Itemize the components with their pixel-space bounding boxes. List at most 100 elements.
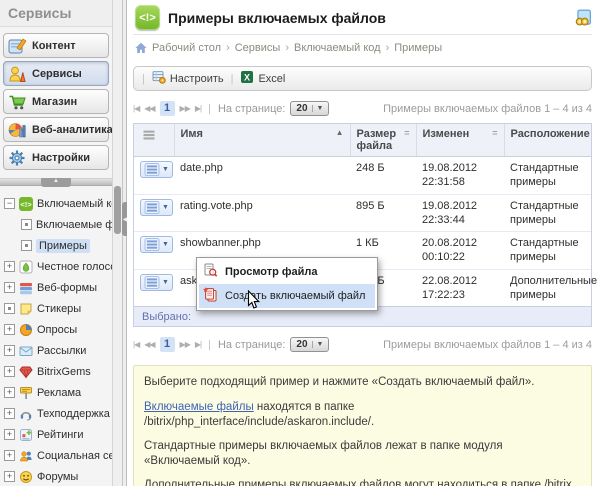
plus-box-icon[interactable]: +: [4, 387, 15, 398]
per-page-value: 20: [296, 339, 307, 350]
plus-box-icon[interactable]: +: [4, 324, 15, 335]
next-page-icon[interactable]: ▶▶: [180, 104, 190, 113]
tree-item[interactable]: + BitrixGems: [4, 361, 112, 382]
plus-box-icon[interactable]: +: [4, 282, 15, 293]
row-menu-button[interactable]: ▼: [140, 274, 173, 291]
tree-item-label[interactable]: Веб-формы: [37, 282, 97, 294]
tree-item-label[interactable]: Социальная сеть: [37, 450, 112, 462]
leaf-icon[interactable]: [21, 240, 32, 251]
tree-item-label[interactable]: Рейтинги: [37, 429, 84, 441]
row-menu-button[interactable]: ▼: [140, 236, 173, 253]
toolbar-separator: |: [142, 73, 145, 85]
collapse-up-icon[interactable]: ▲: [41, 178, 71, 187]
tree-item-label[interactable]: BitrixGems: [37, 366, 91, 378]
breadcrumb-item[interactable]: Включаемый код: [294, 42, 381, 54]
per-page-value: 20: [296, 103, 307, 114]
row-menu-button[interactable]: ▼: [140, 199, 173, 216]
tree-item[interactable]: + Опросы: [4, 319, 112, 340]
tree-item[interactable]: −<!>Включаемый код: [4, 193, 112, 214]
first-page-icon[interactable]: |◀: [133, 340, 139, 349]
grid-menu-icon[interactable]: [140, 128, 158, 145]
sidebar-button-settings[interactable]: Настройки: [3, 145, 109, 170]
cell-location: Стандартные примеры: [504, 194, 591, 232]
tree-item-label[interactable]: Опросы: [37, 324, 77, 336]
leaf-icon[interactable]: [21, 219, 32, 230]
column-header[interactable]: Размер файла=: [350, 124, 416, 157]
last-page-icon[interactable]: ▶|: [195, 104, 201, 113]
tree-item[interactable]: + Реклама: [4, 382, 112, 403]
column-header[interactable]: Имя▲: [174, 124, 350, 157]
tree-item[interactable]: + Честное голосование: [4, 256, 112, 277]
sidebar-horizontal-splitter[interactable]: ▲: [0, 178, 112, 186]
first-page-icon[interactable]: |◀: [133, 104, 139, 113]
prev-page-icon[interactable]: ◀◀: [144, 340, 154, 349]
tree-item[interactable]: Примеры: [4, 235, 112, 256]
plus-box-icon[interactable]: +: [4, 471, 15, 482]
chevron-down-icon: ▼: [312, 105, 324, 112]
tree-item[interactable]: + Социальная сеть: [4, 445, 112, 466]
current-page[interactable]: 1: [160, 101, 175, 116]
configure-button[interactable]: Настроить: [152, 70, 224, 87]
info-link[interactable]: Включаемые файлы: [144, 401, 254, 413]
column-header[interactable]: Расположение: [504, 124, 591, 157]
context-menu: Просмотр файлаСоздать включаемый файл: [196, 257, 378, 311]
sidebar-scrollbar[interactable]: [112, 0, 122, 486]
link-icon[interactable]: [574, 9, 592, 27]
breadcrumb-item[interactable]: Примеры: [394, 42, 442, 54]
next-page-icon[interactable]: ▶▶: [180, 340, 190, 349]
last-page-icon[interactable]: ▶|: [195, 340, 201, 349]
breadcrumb-item[interactable]: Рабочий стол: [152, 42, 221, 54]
table-row[interactable]: ▼date.php248 Б19.08.201222:31:58Стандарт…: [134, 157, 591, 195]
prev-page-icon[interactable]: ◀◀: [144, 104, 154, 113]
tree-item-label[interactable]: Включаемые файлы: [36, 219, 112, 231]
cell-size: 895 Б: [350, 194, 416, 232]
tree-item-label[interactable]: Форумы: [37, 471, 78, 483]
column-header[interactable]: Изменен=: [416, 124, 504, 157]
sort-asc-icon: ▲: [336, 128, 344, 137]
current-page[interactable]: 1: [160, 337, 175, 352]
minus-box-icon[interactable]: −: [4, 198, 15, 209]
sidebar-button-shop[interactable]: Магазин: [3, 89, 109, 114]
home-icon[interactable]: [135, 42, 147, 54]
sidebar-button-content[interactable]: Контент: [3, 33, 109, 58]
per-page-dropdown[interactable]: 20▼: [290, 337, 329, 352]
context-menu-item[interactable]: Создать включаемый файл: [199, 284, 375, 308]
tree-item-label[interactable]: Честное голосование: [37, 261, 112, 273]
tree-item[interactable]: + Рейтинги: [4, 424, 112, 445]
excel-button[interactable]: X Excel: [240, 70, 285, 87]
tree-item-label[interactable]: Стикеры: [37, 303, 81, 315]
plus-box-icon[interactable]: +: [4, 345, 15, 356]
plus-box-icon[interactable]: +: [4, 408, 15, 419]
table-row[interactable]: ▼rating.vote.php895 Б19.08.201222:33:44С…: [134, 194, 591, 232]
breadcrumb-separator: ›: [226, 42, 230, 54]
leaf-icon[interactable]: [4, 303, 15, 314]
tree-item-label[interactable]: Реклама: [37, 387, 81, 399]
context-menu-item[interactable]: Просмотр файла: [199, 260, 375, 284]
tree-item[interactable]: Стикеры: [4, 298, 112, 319]
sidebar-button-services[interactable]: Сервисы: [3, 61, 109, 86]
cell-location: Дополнительные примеры: [504, 269, 591, 306]
plus-box-icon[interactable]: +: [4, 450, 15, 461]
tree-item[interactable]: Включаемые файлы: [4, 214, 112, 235]
tree-item-label[interactable]: Рассылки: [37, 345, 86, 357]
tree-item[interactable]: + Форумы: [4, 466, 112, 486]
breadcrumb-item[interactable]: Сервисы: [235, 42, 281, 54]
sidebar-button-analytics[interactable]: Веб-аналитика: [3, 117, 109, 142]
scrollbar-thumb[interactable]: [114, 186, 121, 234]
tree-item[interactable]: + Техподдержка: [4, 403, 112, 424]
info-paragraph: Включаемые файлы находятся в папке /bitr…: [144, 400, 581, 430]
plus-box-icon[interactable]: +: [4, 429, 15, 440]
cell-modified: 19.08.201222:33:44: [416, 194, 504, 232]
info-paragraph: Дополнительные примеры включаемых файлов…: [144, 478, 581, 486]
per-page-dropdown[interactable]: 20 ▼: [290, 101, 329, 116]
vote-icon: [19, 260, 33, 274]
tree-item-label[interactable]: Техподдержка: [37, 408, 110, 420]
tree-item[interactable]: + Рассылки: [4, 340, 112, 361]
tree-item-label[interactable]: Включаемый код: [37, 198, 112, 210]
plus-box-icon[interactable]: +: [4, 366, 15, 377]
row-menu-button[interactable]: ▼: [140, 161, 173, 178]
plus-box-icon[interactable]: +: [4, 261, 15, 272]
tree-item-label[interactable]: Примеры: [36, 239, 90, 253]
tree-item[interactable]: + Веб-формы: [4, 277, 112, 298]
polls-icon: [19, 323, 33, 337]
